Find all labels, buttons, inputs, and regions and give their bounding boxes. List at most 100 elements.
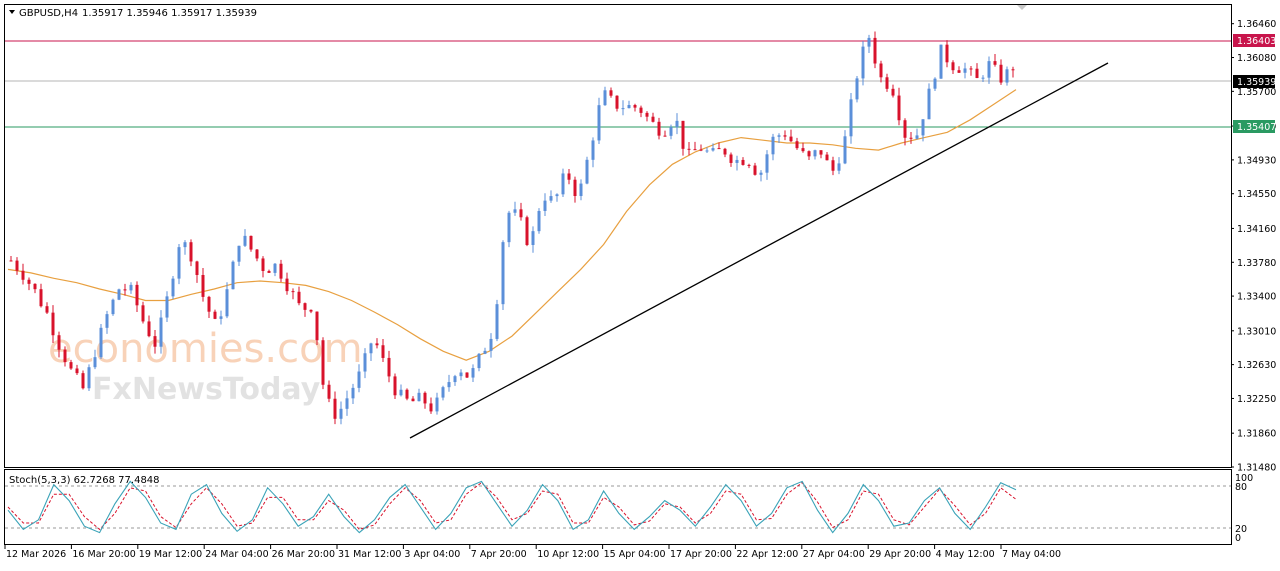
bearish-candle[interactable] [381,345,385,358]
bullish-candle[interactable] [231,261,235,290]
bullish-candle[interactable] [543,200,547,211]
bearish-candle[interactable] [687,148,691,150]
bearish-candle[interactable] [903,120,907,138]
bullish-candle[interactable] [225,289,229,317]
bullish-candle[interactable] [489,338,493,351]
bearish-candle[interactable] [393,376,397,396]
bearish-candle[interactable] [291,291,295,293]
bearish-candle[interactable] [729,154,733,163]
bearish-candle[interactable] [81,373,85,389]
bullish-candle[interactable] [441,387,445,398]
bearish-candle[interactable] [951,62,955,71]
bullish-candle[interactable] [561,173,565,195]
bearish-candle[interactable] [873,37,877,64]
bullish-candle[interactable] [735,159,739,163]
bearish-candle[interactable] [429,403,433,412]
bullish-candle[interactable] [483,350,487,354]
bullish-candle[interactable] [927,88,931,120]
bearish-candle[interactable] [303,303,307,310]
bearish-candle[interactable] [51,312,55,336]
bearish-candle[interactable] [27,279,31,284]
bearish-candle[interactable] [525,217,529,245]
bullish-candle[interactable] [531,231,535,245]
bullish-candle[interactable] [237,245,241,262]
bearish-candle[interactable] [789,136,793,142]
bullish-candle[interactable] [537,210,541,232]
bullish-candle[interactable] [363,353,367,372]
bearish-candle[interactable] [123,289,127,291]
bearish-candle[interactable] [819,150,823,155]
bearish-candle[interactable] [717,148,721,150]
bullish-candle[interactable] [777,135,781,137]
bearish-candle[interactable] [909,137,913,139]
bullish-candle[interactable] [933,78,937,89]
bearish-candle[interactable] [879,63,883,78]
bearish-candle[interactable] [891,88,895,96]
bearish-candle[interactable] [213,311,217,319]
bearish-candle[interactable] [633,105,637,108]
bullish-candle[interactable] [915,135,919,139]
bearish-candle[interactable] [321,340,325,385]
bearish-candle[interactable] [723,148,727,155]
bullish-candle[interactable] [603,90,607,106]
bullish-candle[interactable] [507,212,511,243]
bullish-candle[interactable] [345,398,349,409]
bearish-candle[interactable] [63,349,67,363]
bullish-candle[interactable] [501,242,505,305]
bullish-candle[interactable] [921,119,925,136]
bullish-candle[interactable] [105,314,109,328]
bullish-candle[interactable] [117,289,121,300]
bearish-candle[interactable] [261,258,265,271]
bullish-candle[interactable] [939,44,943,79]
bearish-candle[interactable] [945,44,949,63]
bearish-candle[interactable] [39,289,43,307]
bearish-candle[interactable] [801,148,805,152]
bearish-candle[interactable] [699,149,703,151]
bullish-candle[interactable] [765,154,769,173]
bullish-candle[interactable] [399,389,403,396]
bearish-candle[interactable] [567,173,571,180]
bullish-candle[interactable] [171,278,175,297]
bullish-candle[interactable] [855,78,859,100]
bearish-candle[interactable] [207,296,211,312]
bullish-candle[interactable] [867,37,871,47]
bullish-candle[interactable] [513,209,517,213]
bearish-candle[interactable] [195,261,199,275]
bearish-candle[interactable] [651,116,655,122]
bearish-candle[interactable] [189,242,193,262]
bearish-candle[interactable] [573,179,577,197]
bearish-candle[interactable] [831,160,835,171]
bearish-candle[interactable] [327,384,331,399]
bearish-candle[interactable] [255,249,259,259]
bullish-candle[interactable] [159,317,163,347]
bullish-candle[interactable] [555,194,559,197]
bullish-candle[interactable] [627,105,631,109]
bullish-candle[interactable] [453,376,457,383]
bullish-candle[interactable] [369,343,373,354]
bearish-candle[interactable] [75,368,79,374]
bullish-candle[interactable] [981,77,985,79]
bearish-candle[interactable] [15,260,19,271]
bearish-candle[interactable] [21,270,25,280]
bearish-candle[interactable] [33,283,37,290]
bearish-candle[interactable] [201,274,205,297]
bearish-candle[interactable] [315,311,319,341]
bearish-candle[interactable] [783,135,787,137]
bearish-candle[interactable] [285,278,289,292]
bullish-candle[interactable] [711,148,715,151]
bearish-candle[interactable] [249,235,253,250]
bullish-candle[interactable] [273,263,277,273]
bullish-candle[interactable] [339,408,343,419]
bearish-candle[interactable] [969,68,973,70]
bullish-candle[interactable] [987,61,991,78]
bearish-candle[interactable] [153,336,157,347]
bearish-candle[interactable] [423,392,427,404]
bearish-candle[interactable] [693,149,697,151]
bearish-candle[interactable] [333,398,337,419]
bullish-candle[interactable] [435,397,439,412]
bearish-candle[interactable] [309,309,313,312]
bullish-candle[interactable] [477,353,481,369]
bullish-candle[interactable] [579,183,583,197]
bullish-candle[interactable] [219,316,223,319]
bearish-candle[interactable] [615,95,619,109]
